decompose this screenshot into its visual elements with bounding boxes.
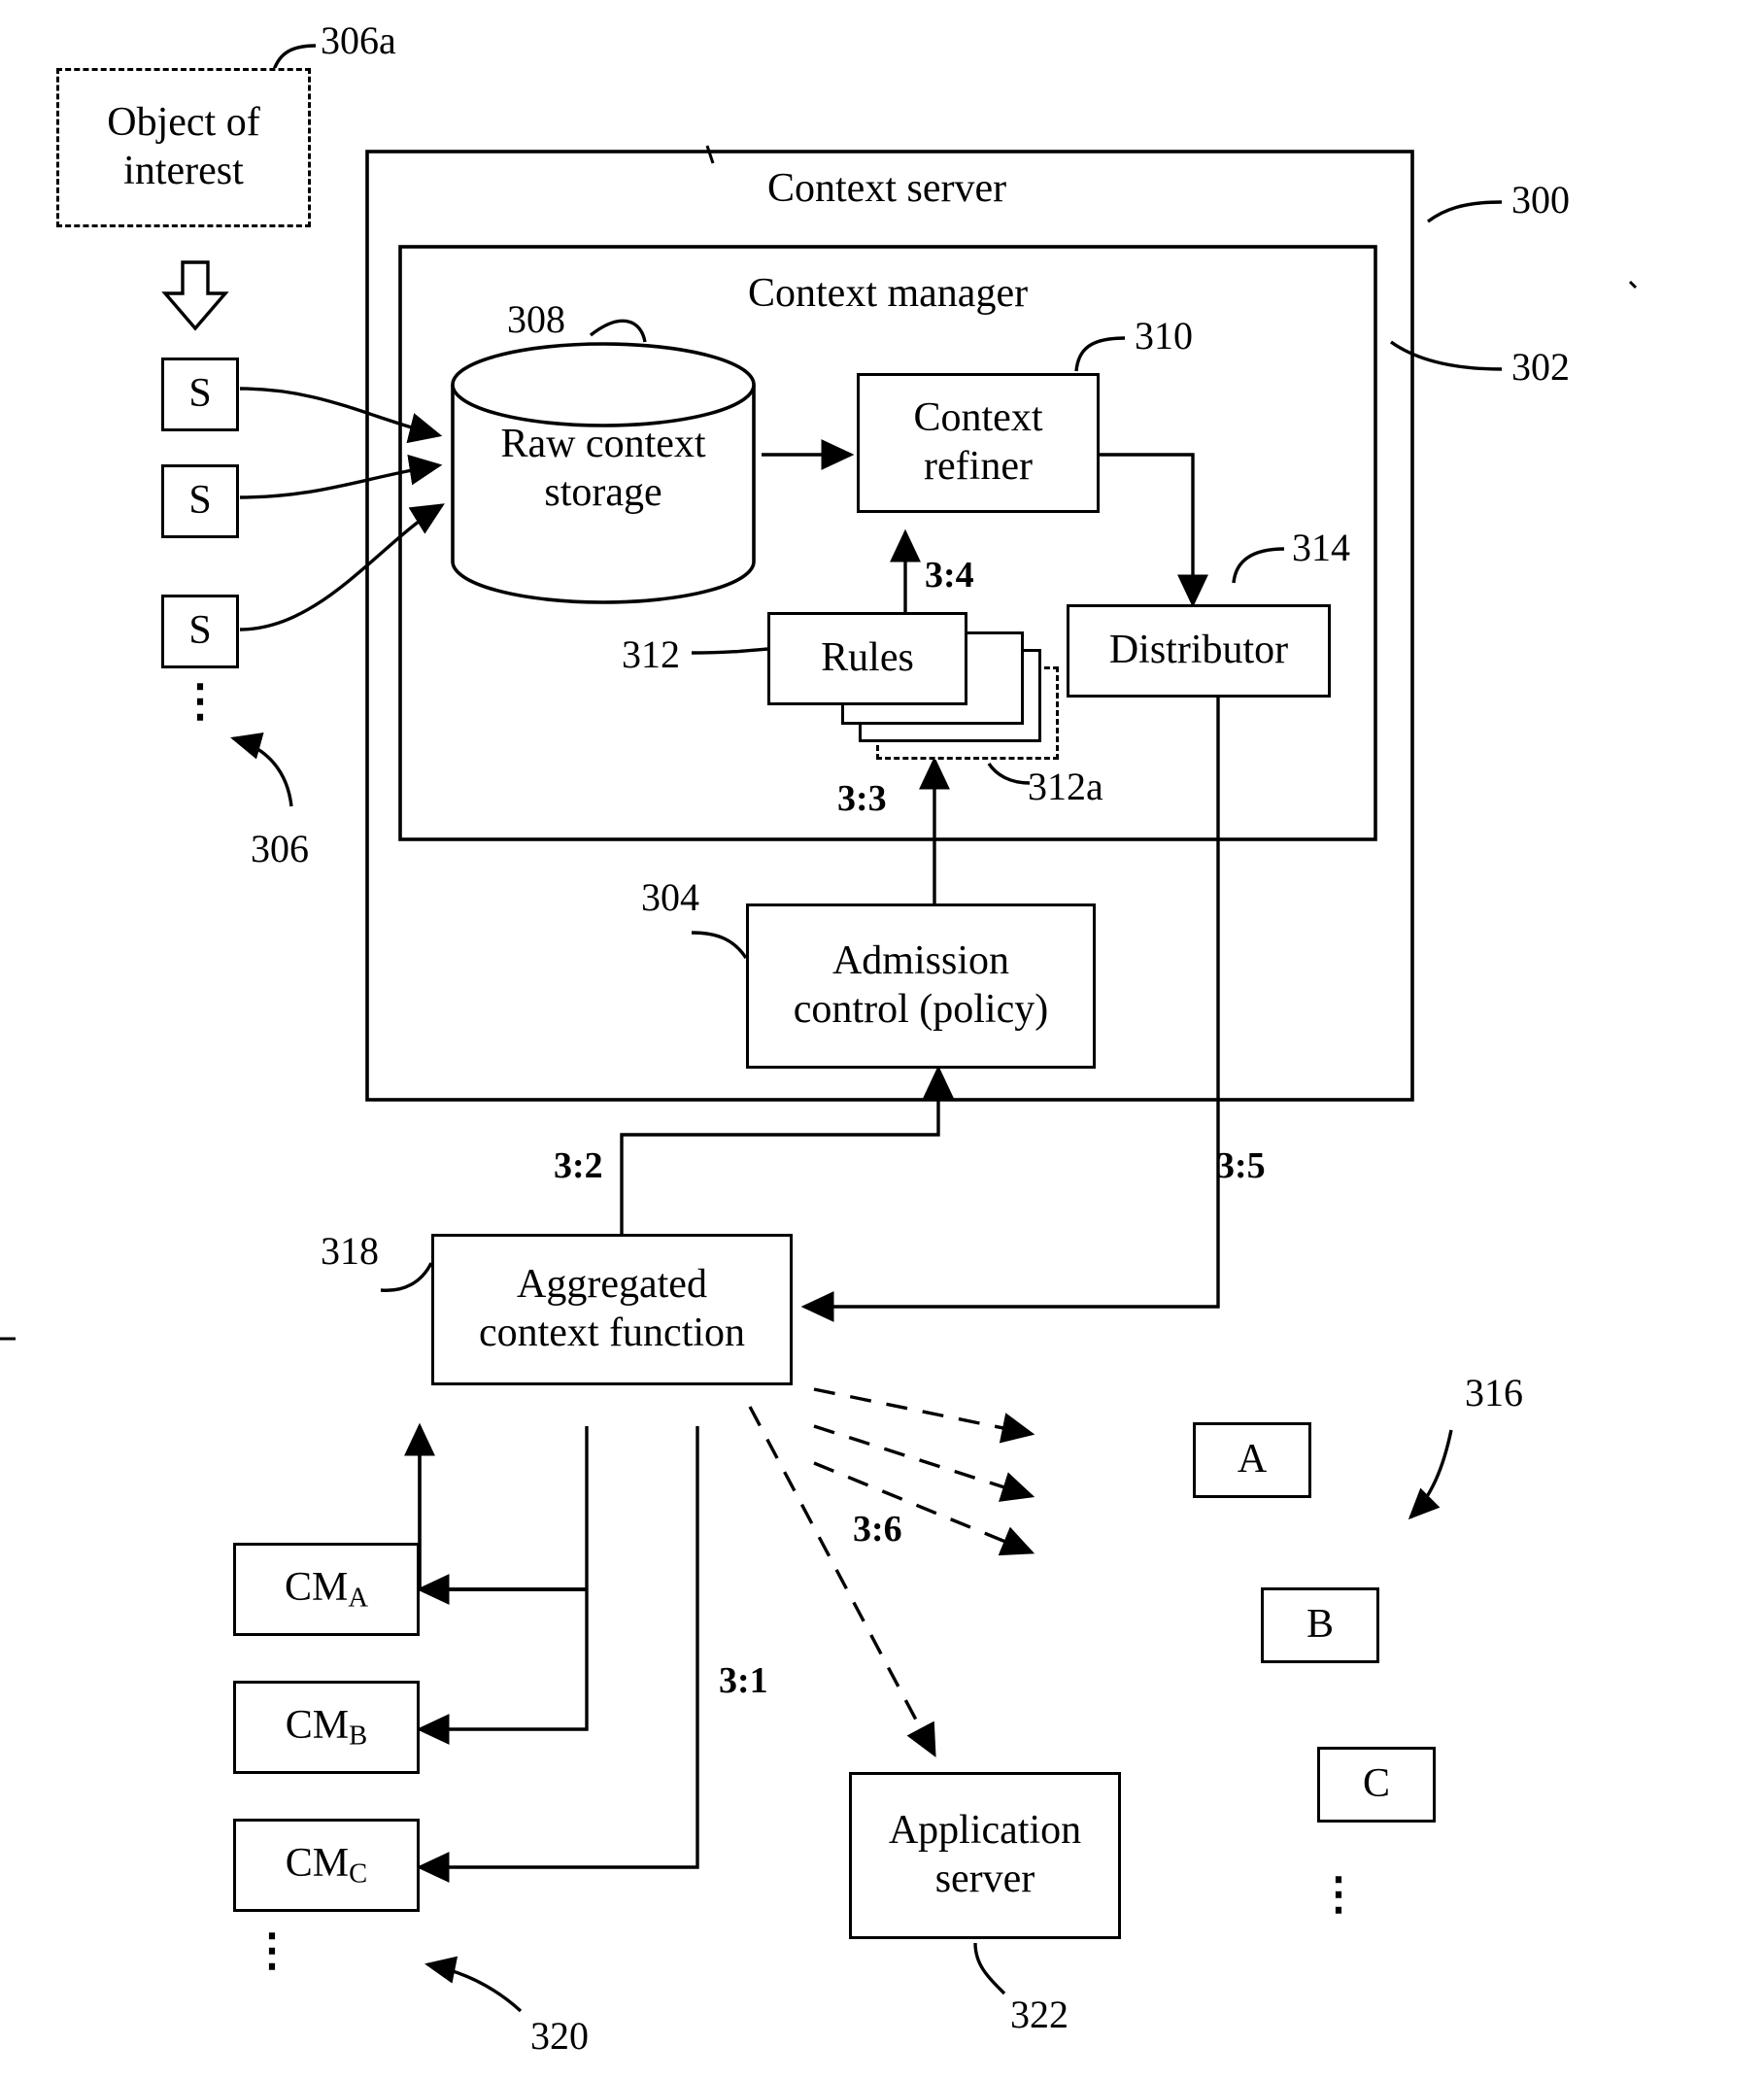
object-of-interest-box: Object of interest <box>56 68 311 227</box>
ref-316: 316 <box>1465 1371 1523 1414</box>
ref-306a: 306a <box>321 18 396 62</box>
ref-312: 312 <box>622 632 680 676</box>
rules-label: Rules <box>821 635 914 681</box>
client-c-label: C <box>1362 1761 1390 1807</box>
sensor-label: S <box>188 371 212 417</box>
cm-c-label: CMC <box>285 1841 368 1890</box>
step-label-3-6: 3:6 <box>853 1509 902 1550</box>
context-server-label: Context server <box>767 166 1007 211</box>
raw-context-storage-label: Raw context storage <box>500 422 706 516</box>
ref-302: 302 <box>1511 345 1570 389</box>
client-b-box: B <box>1261 1587 1379 1663</box>
application-server-label: Application server <box>888 1808 1082 1901</box>
admission-control-label: Admission control (policy) <box>793 938 1049 1032</box>
ref-320: 320 <box>530 2014 589 2058</box>
distributor-box: Distributor <box>1067 604 1331 698</box>
cm-a-label: CMA <box>285 1565 368 1614</box>
ref-304: 304 <box>641 875 699 919</box>
ref-308: 308 <box>507 297 565 341</box>
cm-b-label: CMB <box>285 1703 368 1752</box>
aggregated-context-function-label: Aggregated context function <box>478 1262 746 1355</box>
sensor-label: S <box>188 478 212 524</box>
ref-314: 314 <box>1292 526 1350 569</box>
cm-c-box: CMC <box>233 1819 420 1912</box>
admission-control-box: Admission control (policy) <box>746 903 1096 1069</box>
distributor-label: Distributor <box>1108 628 1289 673</box>
client-b-label: B <box>1306 1602 1334 1648</box>
cm-ellipsis: ⋮ <box>250 1926 294 1975</box>
ref-322: 322 <box>1010 1993 1069 2036</box>
sensor-label: S <box>188 608 212 654</box>
application-server-box: Application server <box>849 1772 1121 1939</box>
sensor-ellipsis: ⋮ <box>178 676 222 726</box>
sensor-box-2: S <box>161 464 239 538</box>
ref-318: 318 <box>321 1229 379 1273</box>
client-a-label: A <box>1237 1437 1268 1483</box>
context-refiner-label: Context refiner <box>913 395 1043 489</box>
step-label-3-5: 3:5 <box>1216 1145 1266 1186</box>
cm-a-box: CMA <box>233 1543 420 1636</box>
step-label-3-4: 3:4 <box>925 555 974 596</box>
step-label-3-3: 3:3 <box>837 778 887 819</box>
object-of-interest-label: Object of interest <box>107 100 260 193</box>
step-label-3-2: 3:2 <box>554 1145 603 1186</box>
patent-figure: Object of interest 306a S S S ⋮ 306 Cont… <box>0 0 1764 2079</box>
context-refiner-box: Context refiner <box>857 373 1100 513</box>
aggregated-context-function-box: Aggregated context function <box>431 1234 793 1385</box>
ref-310: 310 <box>1135 314 1193 358</box>
step-label-3-1: 3:1 <box>719 1660 768 1701</box>
sensor-box-3: S <box>161 595 239 668</box>
client-ellipsis: ⋮ <box>1316 1869 1361 1919</box>
ref-312a: 312a <box>1028 765 1103 808</box>
ref-300: 300 <box>1511 178 1570 222</box>
client-a-box: A <box>1193 1422 1311 1498</box>
rules-box: Rules <box>767 612 967 705</box>
context-manager-label: Context manager <box>748 271 1029 316</box>
sensor-box-1: S <box>161 358 239 431</box>
client-c-box: C <box>1317 1747 1436 1823</box>
cm-b-box: CMB <box>233 1681 420 1774</box>
ref-306: 306 <box>251 827 309 870</box>
